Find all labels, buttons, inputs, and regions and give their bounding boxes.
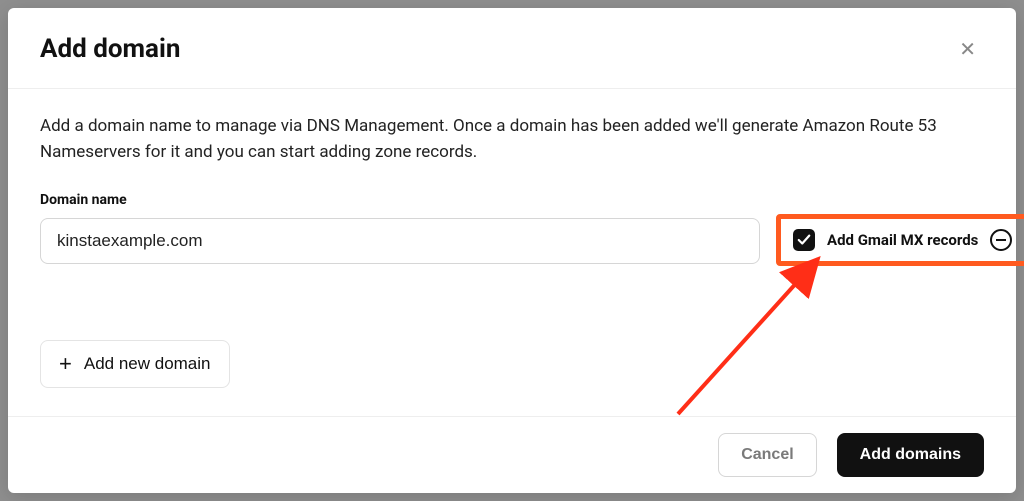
modal-title: Add domain bbox=[40, 34, 180, 64]
cancel-button[interactable]: Cancel bbox=[718, 433, 816, 477]
gmail-mx-checkbox[interactable] bbox=[793, 229, 815, 251]
modal-body: Add a domain name to manage via DNS Mana… bbox=[8, 89, 1016, 416]
add-new-domain-button[interactable]: + Add new domain bbox=[40, 340, 230, 388]
annotation-arrow bbox=[668, 244, 888, 424]
modal-description: Add a domain name to manage via DNS Mana… bbox=[40, 113, 960, 166]
domain-name-label: Domain name bbox=[40, 192, 984, 208]
add-new-domain-label: Add new domain bbox=[84, 354, 211, 374]
domain-row: Add Gmail MX records bbox=[40, 218, 984, 270]
check-icon bbox=[797, 233, 811, 247]
gmail-mx-option: Add Gmail MX records bbox=[776, 214, 1024, 266]
plus-icon: + bbox=[59, 353, 72, 375]
remove-domain-icon[interactable] bbox=[990, 229, 1012, 251]
cancel-button-label: Cancel bbox=[741, 446, 793, 464]
domain-name-input[interactable] bbox=[40, 218, 760, 264]
add-domains-button-label: Add domains bbox=[860, 446, 961, 464]
add-domain-modal: Add domain ✕ Add a domain name to manage… bbox=[8, 8, 1016, 493]
modal-header: Add domain ✕ bbox=[8, 8, 1016, 89]
close-icon[interactable]: ✕ bbox=[951, 35, 984, 63]
modal-footer: Cancel Add domains bbox=[8, 416, 1016, 493]
gmail-mx-label: Add Gmail MX records bbox=[827, 231, 978, 249]
add-domains-button[interactable]: Add domains bbox=[837, 433, 984, 477]
